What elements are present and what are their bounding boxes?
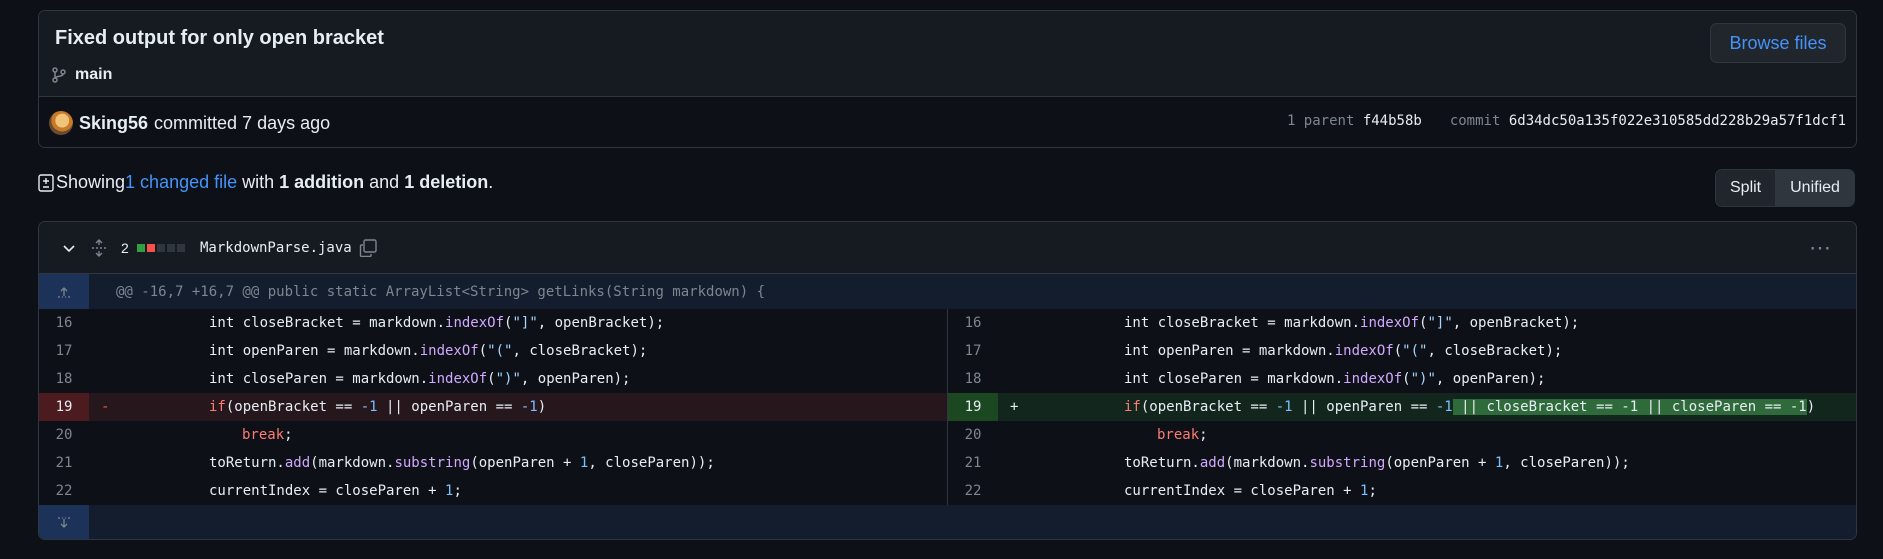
diff-line: 22 currentIndex = closeParen + 1;	[39, 477, 947, 505]
summary-with: with	[237, 172, 280, 192]
commit-title: Fixed output for only open bracket	[55, 27, 384, 49]
commit-header: Fixed output for only open bracket main …	[38, 10, 1857, 148]
diff-summary: Showing 1 changed file with 1 addition a…	[38, 172, 493, 193]
file-header: 2 MarkdownParse.java ⋯	[39, 222, 1856, 274]
parent-label: 1 parent	[1286, 113, 1355, 129]
browse-files-button[interactable]: Browse files	[1710, 23, 1846, 63]
diffstat-block-added	[137, 244, 145, 252]
added-line: 19 + if(openBracket == -1 || openParen =…	[948, 393, 1856, 421]
file-diff: 2 MarkdownParse.java ⋯ @@ -16,7 +16,7 @@…	[38, 221, 1857, 540]
commit-info: commit 6d34dc50a135f022e310585dd228b29a5…	[1450, 113, 1846, 129]
copy-icon[interactable]	[359, 222, 377, 274]
code-line: toReturn.add(markdown.substring(openPare…	[209, 455, 715, 471]
diff-line: 21 toReturn.add(markdown.substring(openP…	[948, 449, 1856, 477]
diffstat-block-neutral	[177, 244, 185, 252]
line-number[interactable]: 16	[39, 315, 89, 331]
addition-marker: +	[1010, 399, 1019, 415]
diff-view-toggle: Split Unified	[1715, 169, 1855, 207]
commit-meta: 1 parent f44b58b commit 6d34dc50a135f022…	[1287, 113, 1846, 129]
diff-left-pane: 16 int closeBracket = markdown.indexOf("…	[39, 309, 948, 505]
code-line: break;	[242, 427, 293, 443]
line-number[interactable]: 18	[39, 371, 89, 387]
diff-right-pane: 16 int closeBracket = markdown.indexOf("…	[948, 309, 1856, 505]
author-name[interactable]: Sking56	[79, 113, 148, 134]
line-number[interactable]: 19	[39, 393, 89, 421]
code-line: int openParen = markdown.indexOf("(", cl…	[1124, 343, 1563, 359]
deletion-marker: -	[101, 399, 110, 415]
line-number[interactable]: 16	[948, 315, 998, 331]
diff-line: 21 toReturn.add(markdown.substring(openP…	[39, 449, 947, 477]
summary-and: and	[364, 172, 405, 192]
commit-action-text: committed 7 days ago	[154, 112, 331, 133]
changed-files-link[interactable]: 1 changed file	[125, 172, 237, 193]
code-line: int openParen = markdown.indexOf("(", cl…	[209, 343, 648, 359]
summary-prefix: Showing	[56, 172, 126, 192]
code-line: break;	[1157, 427, 1208, 443]
code-line: int closeParen = markdown.indexOf(")", o…	[1124, 371, 1546, 387]
code-line: int closeParen = markdown.indexOf(")", o…	[209, 371, 631, 387]
additions-count: 1 addition	[279, 172, 365, 192]
line-number[interactable]: 17	[39, 343, 89, 359]
diff-line: 17 int openParen = markdown.indexOf("(",…	[39, 337, 947, 365]
file-name[interactable]: MarkdownParse.java	[200, 222, 352, 274]
diffstat-block-neutral	[167, 244, 175, 252]
unfold-icon[interactable]	[91, 222, 107, 274]
line-number[interactable]: 20	[948, 427, 998, 443]
line-number[interactable]: 20	[39, 427, 89, 443]
code-line: if(openBracket == -1 || openParen == -1 …	[1124, 399, 1816, 415]
code-line: currentIndex = closeParen + 1;	[1124, 483, 1377, 499]
diff-line: 20 break;	[39, 421, 947, 449]
unified-view-button[interactable]: Unified	[1775, 170, 1854, 206]
line-number[interactable]: 18	[948, 371, 998, 387]
deletions-count: 1 deletion	[404, 172, 489, 192]
code-line: currentIndex = closeParen + 1;	[209, 483, 462, 499]
kebab-horizontal-icon[interactable]: ⋯	[1809, 222, 1832, 274]
diff-line: 18 int closeParen = markdown.indexOf(")"…	[39, 365, 947, 393]
parent-hash-link[interactable]: f44b58b	[1363, 113, 1422, 129]
line-number[interactable]: 21	[948, 455, 998, 471]
commit-title-bar: Fixed output for only open bracket main …	[39, 11, 1856, 97]
avatar[interactable]	[49, 111, 73, 135]
diffstat-block-neutral	[157, 244, 165, 252]
diffstat-block-deleted	[147, 244, 155, 252]
git-branch-icon	[51, 67, 67, 83]
code-line: int closeBracket = markdown.indexOf("]",…	[1124, 315, 1580, 331]
expand-up-icon[interactable]	[39, 274, 89, 309]
hunk-header-text: @@ -16,7 +16,7 @@ public static ArrayLis…	[116, 283, 766, 300]
branch-indicator[interactable]: main	[51, 66, 112, 84]
hunk-header: @@ -16,7 +16,7 @@ public static ArrayLis…	[39, 274, 1856, 309]
line-number[interactable]: 22	[39, 483, 89, 499]
split-diff: 16 int closeBracket = markdown.indexOf("…	[39, 309, 1856, 505]
commit-hash: 6d34dc50a135f022e310585dd228b29a57f1dcf1	[1508, 113, 1846, 129]
summary-suffix: .	[488, 172, 494, 192]
commit-author: Sking56 committed 7 days ago	[49, 111, 330, 135]
code-line: int closeBracket = markdown.indexOf("]",…	[209, 315, 665, 331]
expand-footer	[39, 505, 1856, 539]
parent-info: 1 parent f44b58b	[1287, 113, 1422, 129]
code-line: if(openBracket == -1 || openParen == -1)	[209, 399, 547, 415]
split-view-button[interactable]: Split	[1716, 170, 1776, 206]
line-number[interactable]: 22	[948, 483, 998, 499]
diff-line: 22 currentIndex = closeParen + 1;	[948, 477, 1856, 505]
diff-line: 16 int closeBracket = markdown.indexOf("…	[948, 309, 1856, 337]
commit-label: commit	[1449, 113, 1501, 129]
file-diff-icon	[38, 173, 54, 192]
line-number[interactable]: 21	[39, 455, 89, 471]
diff-line: 20 break;	[948, 421, 1856, 449]
deleted-line: 19 - if(openBracket == -1 || openParen =…	[39, 393, 947, 421]
diff-line: 16 int closeBracket = markdown.indexOf("…	[39, 309, 947, 337]
code-line: toReturn.add(markdown.substring(openPare…	[1124, 455, 1630, 471]
commit-info-bar: Sking56 committed 7 days ago 1 parent f4…	[39, 97, 1856, 147]
diff-line: 18 int closeParen = markdown.indexOf(")"…	[948, 365, 1856, 393]
line-number[interactable]: 19	[948, 393, 998, 421]
branch-name: main	[75, 66, 113, 83]
line-number[interactable]: 17	[948, 343, 998, 359]
change-count: 2	[121, 240, 129, 256]
diff-line: 17 int openParen = markdown.indexOf("(",…	[948, 337, 1856, 365]
diffstat-bar	[137, 222, 185, 274]
expand-down-icon[interactable]	[39, 505, 89, 539]
chevron-down-icon[interactable]	[61, 222, 77, 274]
